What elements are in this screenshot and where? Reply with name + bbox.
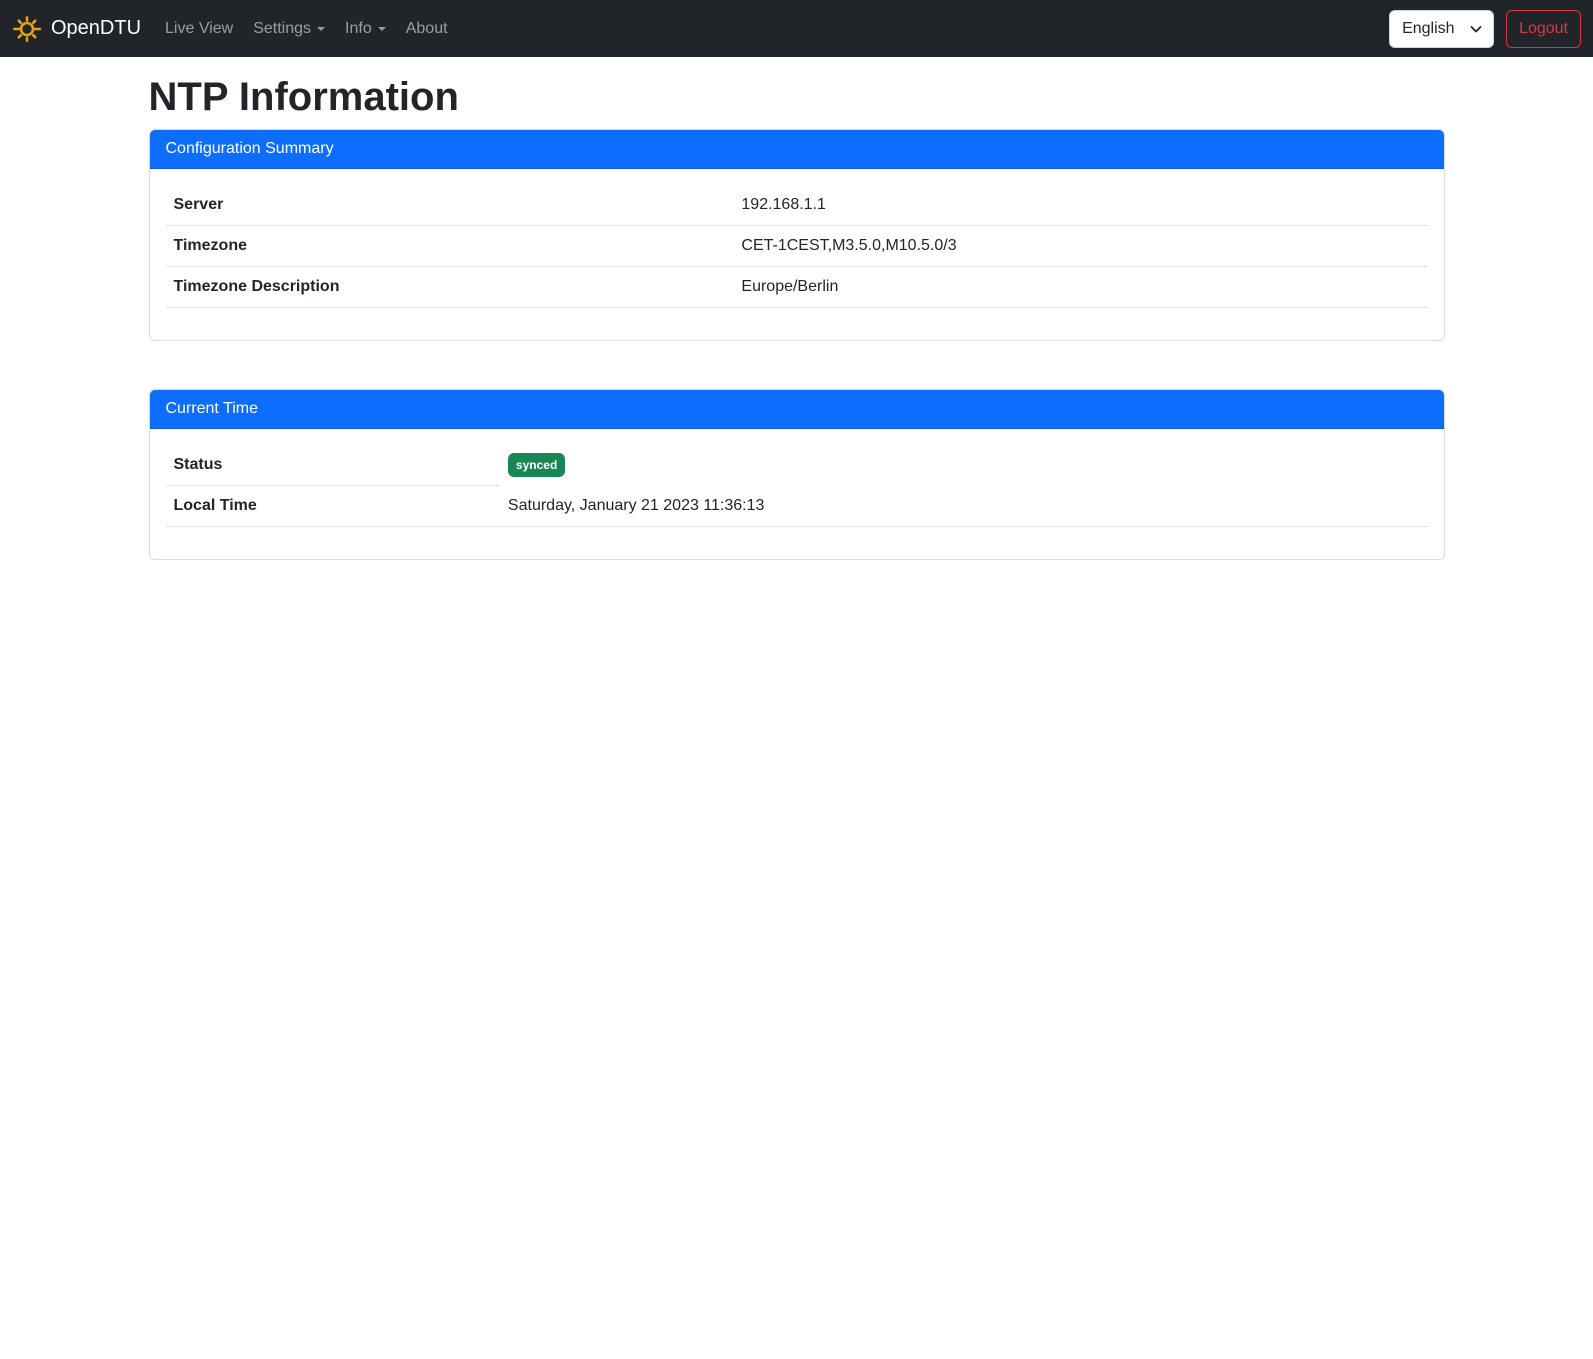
row-value-server: 192.168.1.1 (733, 185, 1427, 226)
table-row: Status synced (166, 445, 1428, 486)
card-header-current-time: Current Time (150, 390, 1444, 429)
row-label-server: Server (166, 185, 734, 226)
brand-link[interactable]: OpenDTU (12, 14, 141, 44)
row-value-local-time: Saturday, January 21 2023 11:36:13 (500, 486, 1428, 527)
nav-item-live-view[interactable]: Live View (157, 12, 241, 46)
navbar-right: English Logout (1389, 10, 1581, 48)
table-row: Timezone Description Europe/Berlin (166, 267, 1428, 308)
caret-down-icon (378, 27, 386, 31)
status-badge: synced (508, 453, 565, 477)
navbar: OpenDTU Live View Settings Info About En… (0, 0, 1593, 57)
configuration-summary-table: Server 192.168.1.1 Timezone CET-1CEST,M3… (166, 185, 1428, 308)
nav-item-label: Live View (165, 20, 233, 38)
table-row: Local Time Saturday, January 21 2023 11:… (166, 486, 1428, 527)
caret-down-icon (317, 27, 325, 31)
language-select-wrap: English (1389, 10, 1494, 48)
nav-item-label: Info (345, 20, 372, 38)
current-time-card: Current Time Status synced Local Time Sa… (149, 389, 1445, 560)
configuration-summary-card: Configuration Summary Server 192.168.1.1… (149, 129, 1445, 341)
sun-icon (12, 14, 42, 44)
language-select[interactable]: English (1389, 10, 1494, 48)
main-content: NTP Information Configuration Summary Se… (137, 73, 1457, 560)
brand-label: OpenDTU (51, 17, 141, 40)
nav-item-about[interactable]: About (398, 12, 456, 46)
row-label-timezone: Timezone (166, 226, 734, 267)
page-title: NTP Information (149, 73, 1445, 121)
card-header-configuration-summary: Configuration Summary (150, 130, 1444, 169)
table-row: Server 192.168.1.1 (166, 185, 1428, 226)
row-label-status: Status (166, 445, 500, 486)
nav-item-info[interactable]: Info (337, 12, 394, 46)
card-body: Server 192.168.1.1 Timezone CET-1CEST,M3… (150, 169, 1444, 340)
row-value-timezone-description: Europe/Berlin (733, 267, 1427, 308)
nav-links: Live View Settings Info About (157, 12, 460, 46)
card-body: Status synced Local Time Saturday, Janua… (150, 429, 1444, 559)
row-value-timezone: CET-1CEST,M3.5.0,M10.5.0/3 (733, 226, 1427, 267)
table-row: Timezone CET-1CEST,M3.5.0,M10.5.0/3 (166, 226, 1428, 267)
logout-button[interactable]: Logout (1506, 10, 1581, 48)
nav-item-settings[interactable]: Settings (245, 12, 333, 46)
row-label-local-time: Local Time (166, 486, 500, 527)
nav-item-label: Settings (253, 20, 311, 38)
current-time-table: Status synced Local Time Saturday, Janua… (166, 445, 1428, 527)
nav-item-label: About (406, 20, 448, 38)
row-label-timezone-description: Timezone Description (166, 267, 734, 308)
row-value-status: synced (500, 445, 1428, 486)
